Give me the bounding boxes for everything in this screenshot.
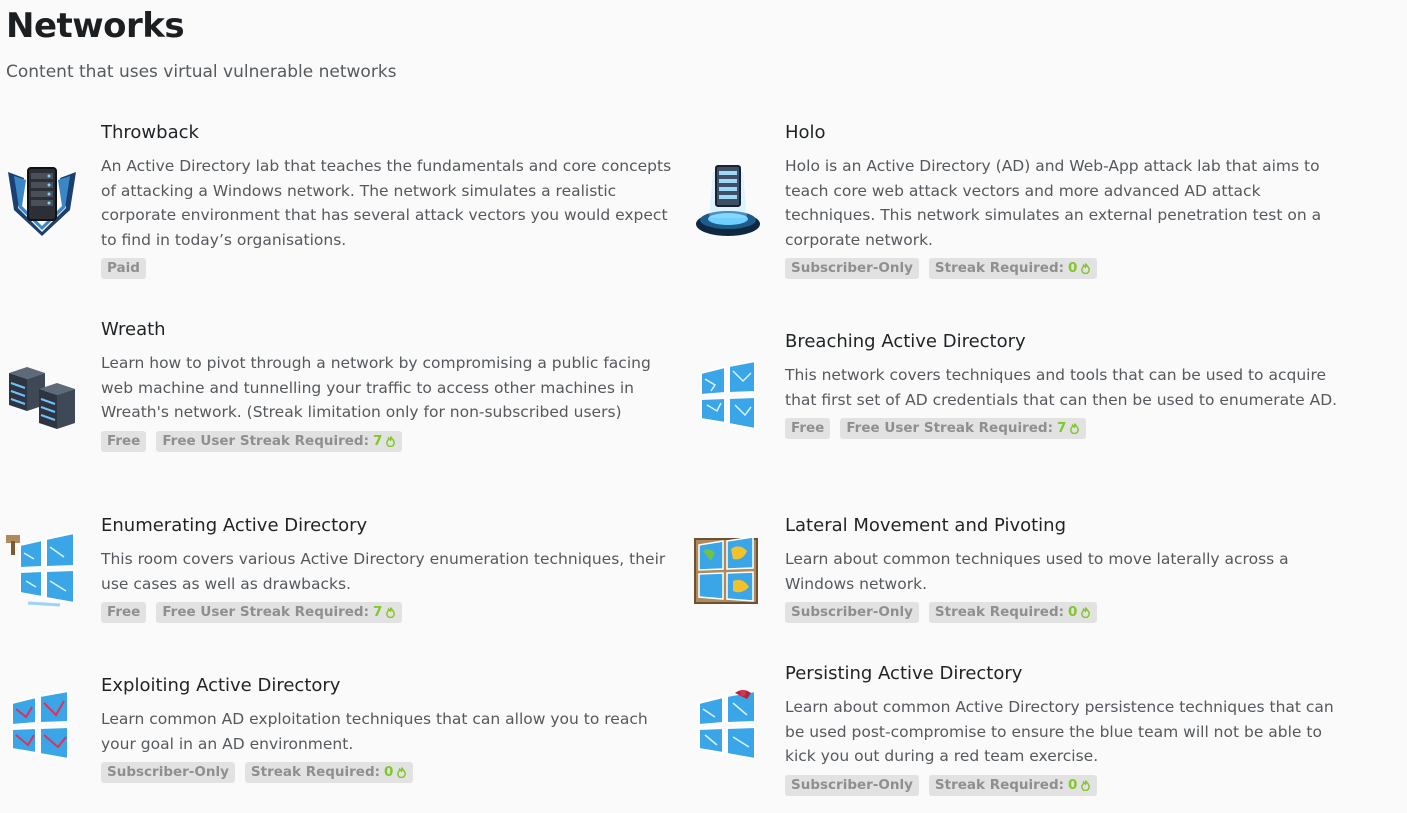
network-title[interactable]: Holo <box>785 122 1345 144</box>
badge-label: Free <box>107 432 141 449</box>
streak-count: 0 <box>384 764 394 780</box>
network-description: This room covers various Active Director… <box>101 550 666 593</box>
streak-badge: Streak Required: 0 <box>928 774 1098 796</box>
network-description: Holo is an Active Directory (AD) and Web… <box>785 157 1322 249</box>
server-shield-icon <box>4 164 78 238</box>
streak-badge: Streak Required: 0 <box>244 762 414 783</box>
network-title[interactable]: Breaching Active Directory <box>785 331 1345 353</box>
badge-label: Free <box>107 604 141 620</box>
network-description: This network covers techniques and tools… <box>785 366 1338 409</box>
badge-label: Free <box>791 420 825 436</box>
tag-list: Paid <box>101 258 681 279</box>
streak-count: 7 <box>372 432 383 449</box>
streak-count: 7 <box>372 604 383 620</box>
streak-count: 7 <box>1056 420 1067 436</box>
badge-label: Streak Required: <box>934 776 1065 793</box>
streak-badge: Free User Streak Required: 7 <box>156 602 403 623</box>
free-badge: Free <box>785 418 831 439</box>
network-description: Learn about common Active Directory pers… <box>785 698 1334 765</box>
network-description: Learn about common techniques used to mo… <box>785 550 1289 593</box>
network-title[interactable]: Enumerating Active Directory <box>101 515 681 537</box>
network-card-lateral-movement[interactable]: Lateral Movement and Pivoting Learn abou… <box>694 515 1345 623</box>
server-racks-icon <box>5 363 79 437</box>
network-card-breaching-ad[interactable]: Breaching Active Directory This network … <box>700 331 1345 439</box>
badge-label: Subscriber-Only <box>791 776 913 793</box>
network-card-exploiting-ad[interactable]: Exploiting Active Directory Learn common… <box>11 675 681 783</box>
network-description: An Active Directory lab that teaches the… <box>101 157 672 249</box>
streak-count: 0 <box>1068 260 1078 276</box>
windows-persist-icon <box>693 687 767 761</box>
subscriber-only-badge: Subscriber-Only <box>785 602 919 623</box>
flame-icon <box>386 607 396 618</box>
badge-label: Subscriber-Only <box>791 604 913 620</box>
badge-label: Free User Streak Required: <box>162 432 369 449</box>
network-card-enumerating-ad[interactable]: Enumerating Active Directory This room c… <box>6 515 681 623</box>
network-title[interactable]: Wreath <box>101 319 681 341</box>
free-badge: Free <box>101 602 147 623</box>
network-card-wreath[interactable]: Wreath Learn how to pivot through a netw… <box>9 319 681 452</box>
badge-label: Subscriber-Only <box>791 260 913 276</box>
page-title: Networks <box>6 6 185 46</box>
subscriber-only-badge: Subscriber-Only <box>101 762 235 783</box>
tag-list: Free Free User Streak Required: 7 <box>101 602 681 623</box>
paid-badge: Paid <box>101 258 146 279</box>
network-title[interactable]: Exploiting Active Directory <box>101 675 681 697</box>
badge-label: Streak Required: <box>934 604 1065 620</box>
page-subtitle: Content that uses virtual vulnerable net… <box>6 62 397 82</box>
tag-list: Subscriber-Only Streak Required: 0 <box>785 258 1345 279</box>
tag-list: Subscriber-Only Streak Required: 0 <box>785 602 1345 623</box>
windows-exploit-icon <box>6 689 80 763</box>
flame-icon <box>386 435 396 447</box>
network-card-throwback[interactable]: Throwback An Active Directory lab that t… <box>8 122 681 279</box>
badge-label: Streak Required: <box>250 764 381 780</box>
badge-label: Paid <box>107 260 140 276</box>
tag-list: Free Free User Streak Required: 7 <box>785 418 1345 439</box>
streak-count: 0 <box>1068 604 1078 620</box>
windows-hammer-icon <box>4 531 78 607</box>
flame-icon <box>1081 607 1091 618</box>
flame-icon <box>397 767 407 778</box>
badge-label: Subscriber-Only <box>107 764 229 780</box>
badge-label: Free User Streak Required: <box>846 420 1053 436</box>
flame-icon <box>1070 423 1080 434</box>
flame-icon <box>1081 779 1091 791</box>
tag-list: Subscriber-Only Streak Required: 0 <box>785 774 1345 796</box>
network-description: Learn how to pivot through a network by … <box>101 354 651 421</box>
free-badge: Free <box>101 430 147 452</box>
badge-label: Free User Streak Required: <box>162 604 369 620</box>
network-card-holo[interactable]: Holo Holo is an Active Directory (AD) an… <box>696 122 1345 279</box>
broken-windows-icon <box>693 359 767 433</box>
streak-badge: Free User Streak Required: 7 <box>156 430 403 452</box>
badge-label: Streak Required: <box>934 260 1065 276</box>
streak-badge: Streak Required: 0 <box>928 602 1098 623</box>
network-description: Learn common AD exploitation techniques … <box>101 710 648 753</box>
network-title[interactable]: Persisting Active Directory <box>785 663 1345 685</box>
subscriber-only-badge: Subscriber-Only <box>785 774 919 796</box>
network-card-persisting-ad[interactable]: Persisting Active Directory Learn about … <box>698 663 1345 796</box>
tag-list: Free Free User Streak Required: 7 <box>101 430 681 452</box>
flame-icon <box>1081 263 1091 274</box>
streak-badge: Free User Streak Required: 7 <box>840 418 1087 439</box>
network-title[interactable]: Lateral Movement and Pivoting <box>785 515 1345 537</box>
tag-list: Subscriber-Only Streak Required: 0 <box>101 762 681 783</box>
network-title[interactable]: Throwback <box>101 122 681 144</box>
hologram-server-icon <box>693 162 767 236</box>
subscriber-only-badge: Subscriber-Only <box>785 258 919 279</box>
windows-map-icon <box>693 535 767 609</box>
streak-count: 0 <box>1068 776 1078 793</box>
streak-badge: Streak Required: 0 <box>928 258 1098 279</box>
